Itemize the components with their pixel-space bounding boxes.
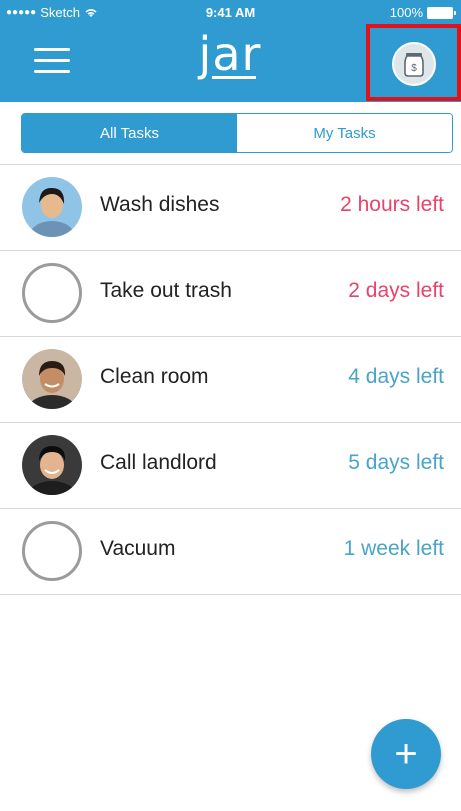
plus-icon: +	[394, 732, 418, 776]
task-time-left: 2 days left	[348, 279, 444, 302]
app-header: ●●●●● Sketch 9:41 AM 100% jar $	[0, 0, 461, 102]
task-row[interactable]: Call landlord 5 days left	[0, 423, 461, 509]
task-list: Wash dishes 2 hours left Take out trash …	[0, 165, 461, 595]
avatar	[22, 435, 82, 495]
task-name: Call landlord	[100, 451, 217, 474]
task-time-left: 5 days left	[348, 451, 444, 474]
task-row[interactable]: Vacuum 1 week left	[0, 509, 461, 595]
task-name: Wash dishes	[100, 193, 220, 216]
task-row[interactable]: Wash dishes 2 hours left	[0, 165, 461, 251]
jar-button[interactable]: $	[366, 24, 461, 101]
task-time-left: 1 week left	[343, 537, 444, 560]
menu-bar-icon	[34, 48, 70, 51]
unassigned-avatar-icon[interactable]	[22, 263, 82, 323]
task-name: Clean room	[100, 365, 209, 388]
battery-area: 100%	[389, 5, 456, 20]
status-bar: ●●●●● Sketch 9:41 AM 100%	[0, 0, 461, 26]
task-time-left: 4 days left	[348, 365, 444, 388]
menu-bar-icon	[34, 70, 70, 73]
add-task-button[interactable]: +	[371, 719, 441, 789]
app-logo: jar	[198, 27, 262, 81]
avatar	[22, 177, 82, 237]
avatar	[22, 349, 82, 409]
money-jar-icon: $	[392, 42, 436, 86]
logo-underline	[212, 76, 256, 79]
task-row[interactable]: Take out trash 2 days left	[0, 251, 461, 337]
svg-text:$: $	[411, 63, 417, 74]
task-row[interactable]: Clean room 4 days left	[0, 337, 461, 423]
battery-percent: 100%	[389, 5, 423, 20]
task-name: Take out trash	[100, 279, 232, 302]
battery-icon	[427, 6, 456, 19]
menu-button[interactable]	[34, 48, 70, 76]
unassigned-avatar-icon[interactable]	[22, 521, 82, 581]
task-filter-tabs: All Tasks My Tasks	[21, 113, 453, 153]
task-time-left: 2 hours left	[340, 193, 444, 216]
task-name: Vacuum	[100, 537, 176, 560]
menu-bar-icon	[34, 59, 70, 62]
tab-all-tasks[interactable]: All Tasks	[22, 114, 237, 152]
tab-my-tasks[interactable]: My Tasks	[237, 114, 452, 152]
